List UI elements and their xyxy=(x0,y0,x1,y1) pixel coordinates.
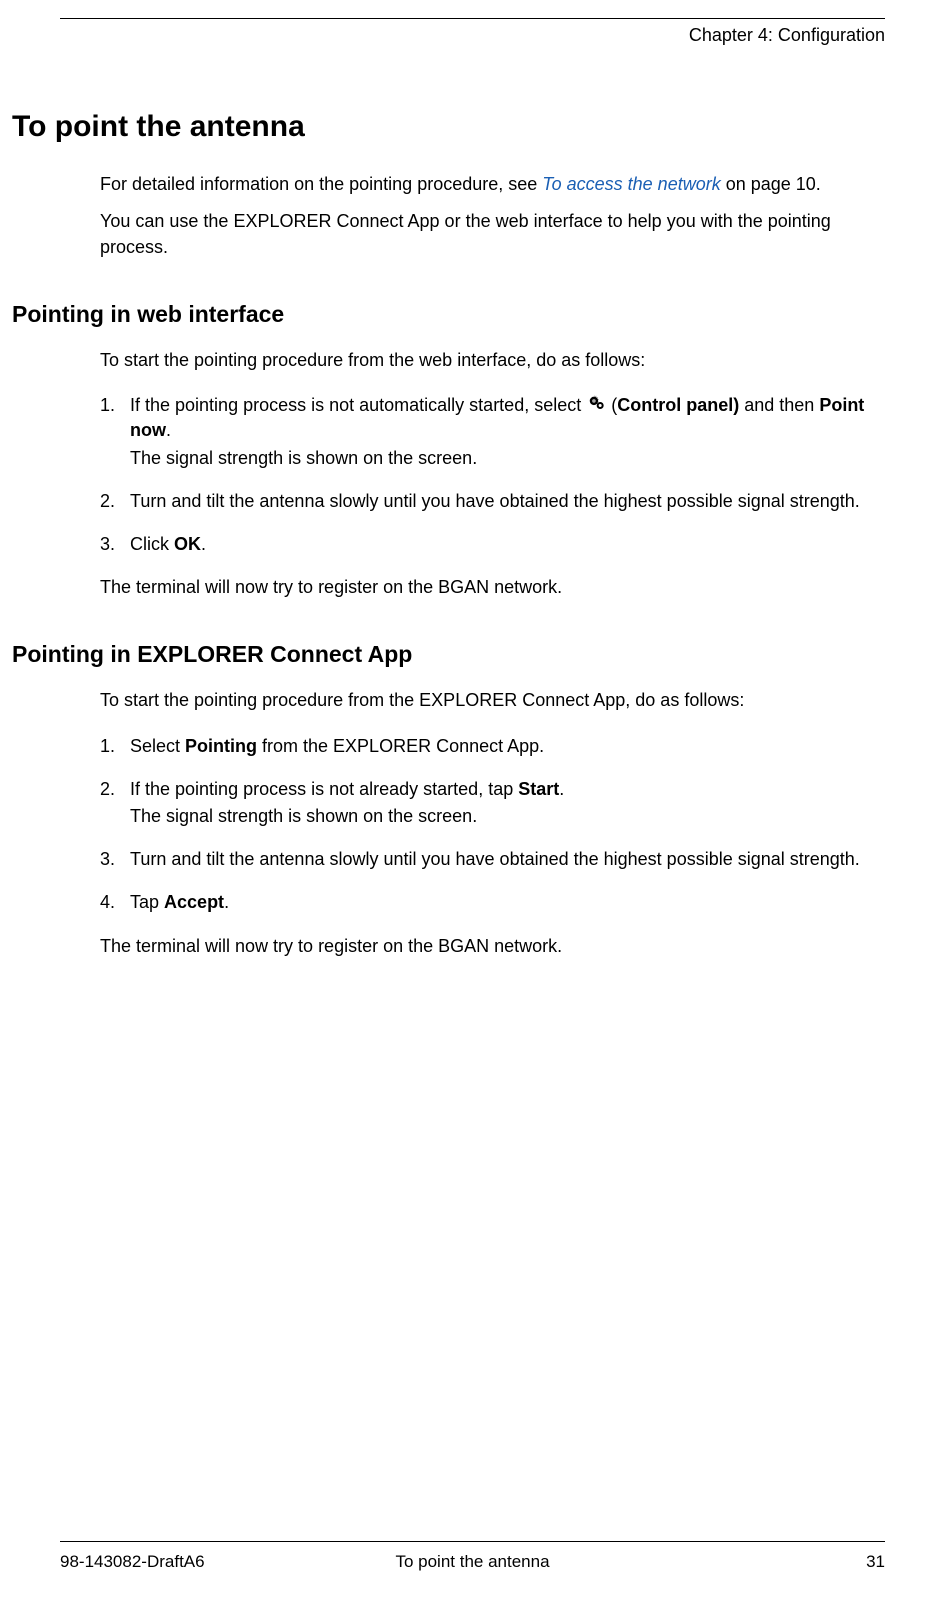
footer-page-number: 31 xyxy=(866,1550,885,1574)
step-number: 2. xyxy=(100,777,130,829)
text: ( xyxy=(606,395,617,415)
section2-steps: 1. Select Pointing from the EXPLORER Con… xyxy=(100,734,885,916)
bold-ok: OK xyxy=(174,534,201,554)
link-access-network[interactable]: To access the network xyxy=(542,174,720,194)
text: Turn and tilt the antenna slowly until y… xyxy=(130,847,885,872)
footer-doc-id: 98-143082-DraftA6 xyxy=(60,1550,205,1574)
section1-after: The terminal will now try to register on… xyxy=(100,575,885,600)
list-item: 1. Select Pointing from the EXPLORER Con… xyxy=(100,734,885,759)
list-item: 2. If the pointing process is not alread… xyxy=(100,777,885,829)
section1-steps: 1. If the pointing process is not automa… xyxy=(100,393,885,557)
text: . xyxy=(166,420,171,440)
text: and then xyxy=(739,395,819,415)
text: Select xyxy=(130,736,185,756)
text: on page 10. xyxy=(721,174,821,194)
bold-start: Start xyxy=(518,779,559,799)
page-title: To point the antenna xyxy=(12,106,885,148)
text: from the EXPLORER Connect App. xyxy=(257,736,544,756)
bold-pointing: Pointing xyxy=(185,736,257,756)
text: . xyxy=(559,779,564,799)
text: Tap xyxy=(130,892,164,912)
section1-intro: To start the pointing procedure from the… xyxy=(100,348,885,373)
bold-accept: Accept xyxy=(164,892,224,912)
list-item: 2. Turn and tilt the antenna slowly unti… xyxy=(100,489,885,514)
bold-control-panel: Control panel) xyxy=(617,395,739,415)
intro-paragraph-1: For detailed information on the pointing… xyxy=(100,172,885,197)
text: If the pointing process is not already s… xyxy=(130,779,518,799)
list-item: 4. Tap Accept. xyxy=(100,890,885,915)
text: . xyxy=(224,892,229,912)
step-number: 3. xyxy=(100,847,130,872)
chapter-header: Chapter 4: Configuration xyxy=(60,23,885,48)
text: If the pointing process is not automatic… xyxy=(130,395,586,415)
text: Click xyxy=(130,534,174,554)
list-item: 3. Turn and tilt the antenna slowly unti… xyxy=(100,847,885,872)
section2-after: The terminal will now try to register on… xyxy=(100,934,885,959)
intro-paragraph-2: You can use the EXPLORER Connect App or … xyxy=(100,209,885,259)
list-item: 3. Click OK. xyxy=(100,532,885,557)
step-number: 1. xyxy=(100,393,130,471)
list-item: 1. If the pointing process is not automa… xyxy=(100,393,885,471)
step-number: 4. xyxy=(100,890,130,915)
gear-icon xyxy=(586,393,606,411)
text: For detailed information on the pointing… xyxy=(100,174,542,194)
text: Turn and tilt the antenna slowly until y… xyxy=(130,489,885,514)
step-number: 1. xyxy=(100,734,130,759)
subheading-web-interface: Pointing in web interface xyxy=(12,298,885,330)
subheading-explorer-app: Pointing in EXPLORER Connect App xyxy=(12,638,885,670)
step-subtext: The signal strength is shown on the scre… xyxy=(130,446,885,471)
page-footer: To point the antenna 98-143082-DraftA6 3… xyxy=(60,1541,885,1574)
step-number: 3. xyxy=(100,532,130,557)
step-subtext: The signal strength is shown on the scre… xyxy=(130,804,885,829)
text: . xyxy=(201,534,206,554)
section2-intro: To start the pointing procedure from the… xyxy=(100,688,885,713)
step-number: 2. xyxy=(100,489,130,514)
